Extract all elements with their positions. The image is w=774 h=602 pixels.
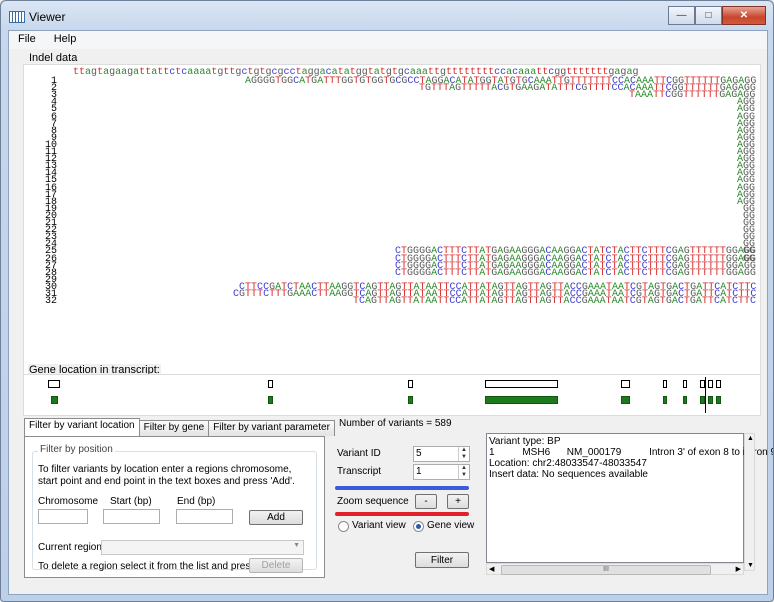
filter-by-position-title: Filter by position (38, 444, 115, 455)
exon-outline (708, 380, 713, 388)
info-vertical-scrollbar[interactable]: ▲ ▼ (744, 433, 755, 571)
info-line: Location: chr2:48033547-48033547 (489, 458, 647, 469)
menu-bar: File Help (9, 31, 767, 49)
spin-down-icon: ▼ (461, 472, 467, 478)
filter-instructions: To filter variants by location enter a r… (38, 464, 295, 487)
exon-outline (683, 380, 687, 388)
spin-up-icon: ▲ (461, 447, 467, 453)
exon-fill (708, 396, 713, 404)
exon-fill (683, 396, 687, 404)
title-bar: Viewer — □ ✕ (1, 1, 773, 29)
zoom-sequence-label: Zoom sequence (337, 496, 409, 507)
chevron-down-icon: ▼ (293, 542, 300, 549)
exon-outline (621, 380, 630, 388)
maximize-button[interactable]: □ (695, 6, 722, 25)
spin-up-icon: ▲ (461, 465, 467, 471)
close-icon: ✕ (739, 10, 749, 21)
read-sequence: TCAGTTAGTTATAATTCCATTATAGTTAGTTAGTTACCGA… (353, 296, 757, 308)
variant-view-radio[interactable] (338, 521, 349, 532)
info-line: Variant type: BP (489, 436, 561, 447)
window-title: Viewer (29, 10, 66, 24)
tab-variant-parameter[interactable]: Filter by variant parameter (208, 420, 335, 436)
minimize-icon: — (676, 10, 687, 21)
menu-file[interactable]: File (9, 31, 45, 49)
filter-button[interactable]: Filter (415, 552, 469, 568)
exon-fill (621, 396, 630, 404)
indel-data-label: Indel data (28, 52, 79, 64)
spin-down-icon: ▼ (461, 454, 467, 460)
current-regions-select[interactable]: ▼ (101, 540, 304, 555)
menu-help[interactable]: Help (45, 31, 86, 49)
red-highlight-bar (335, 512, 469, 516)
tab-gene[interactable]: Filter by gene (138, 420, 210, 436)
exon-outline (663, 380, 667, 388)
transcript-spinner[interactable]: ▲ ▼ (458, 465, 469, 479)
read-sequence: CTGGGGACTTTCTTATGAGAAGGGACAAGGACTATCTACT… (395, 267, 756, 279)
transcript-label: Transcript (337, 466, 382, 477)
exon-fill (51, 396, 58, 404)
indel-sequence-view[interactable]: ttagtagaagattattctcaaaatgttgctgtgcgcctag… (23, 64, 759, 389)
variant-id-input[interactable]: 5 ▲ ▼ (413, 446, 470, 462)
scroll-left-icon: ◀ (489, 566, 495, 573)
exon-outline (716, 380, 721, 388)
row-number: 32 (44, 296, 57, 308)
blue-highlight-bar (335, 486, 469, 490)
scroll-up-icon: ▲ (747, 435, 754, 442)
exon-fill (268, 396, 273, 404)
exon-fill (716, 396, 721, 404)
start-label: Start (bp) (110, 496, 152, 507)
info-line: Insert data: No sequences available (489, 469, 648, 480)
end-input[interactable] (176, 509, 233, 524)
filter-tabs: Filter by variant location Filter by gen… (24, 418, 335, 436)
exon-fill (408, 396, 413, 404)
gene-track[interactable] (43, 377, 743, 417)
delete-region-button[interactable]: Delete (249, 558, 303, 573)
start-input[interactable] (103, 509, 160, 524)
info-line: 1 MSH6 NM_000179 Intron 3' of exon 8 to … (489, 447, 774, 458)
add-region-button[interactable]: Add (249, 510, 303, 525)
exon-fill (663, 396, 667, 404)
scroll-right-icon: ▶ (735, 566, 741, 573)
exon-fill (485, 396, 558, 404)
info-horizontal-scrollbar[interactable]: ◀ III ▶ (486, 563, 744, 575)
exon-outline (268, 380, 273, 388)
filter-by-position-group: Filter by position To filter variants by… (32, 444, 317, 573)
variant-info-box[interactable]: Variant type: BP 1 MSH6 NM_000179 Intron… (486, 433, 774, 563)
tab-variant-location[interactable]: Filter by variant location (24, 418, 140, 436)
viewer-window: Viewer — □ ✕ File Help Indel data ttagta… (0, 0, 774, 602)
close-button[interactable]: ✕ (722, 6, 766, 25)
zoom-out-button[interactable]: - (415, 494, 437, 509)
current-regions-label: Current regions (38, 542, 107, 553)
variant-navigation-panel: Number of variants = 589 Variant ID 5 ▲ ▼… (331, 415, 479, 577)
transcript-value: 1 (416, 466, 422, 477)
variant-position-marker (705, 377, 706, 413)
app-icon (9, 11, 25, 23)
gene-view-radio[interactable] (413, 521, 424, 532)
exon-outline (485, 380, 558, 388)
variant-id-value: 5 (416, 448, 422, 459)
exon-outline (48, 380, 60, 388)
minimize-button[interactable]: — (668, 6, 695, 25)
maximize-icon: □ (705, 10, 712, 21)
gene-view-label: Gene view (427, 520, 475, 531)
client-area: File Help Indel data ttagtagaagattattctc… (8, 30, 774, 595)
variant-view-label: Variant view (352, 520, 406, 531)
filter-tab-body: Filter by position To filter variants by… (24, 436, 325, 578)
end-label: End (bp) (177, 496, 216, 507)
chromosome-label: Chromosome (38, 496, 99, 507)
variant-id-label: Variant ID (337, 448, 381, 459)
scroll-thumb[interactable]: III (501, 565, 711, 575)
scroll-down-icon: ▼ (747, 562, 754, 569)
transcript-input[interactable]: 1 ▲ ▼ (413, 464, 470, 480)
variant-count: Number of variants = 589 (339, 418, 452, 429)
exon-outline (408, 380, 413, 388)
zoom-in-button[interactable]: + (447, 494, 469, 509)
variant-id-spinner[interactable]: ▲ ▼ (458, 447, 469, 461)
chromosome-input[interactable] (38, 509, 88, 524)
